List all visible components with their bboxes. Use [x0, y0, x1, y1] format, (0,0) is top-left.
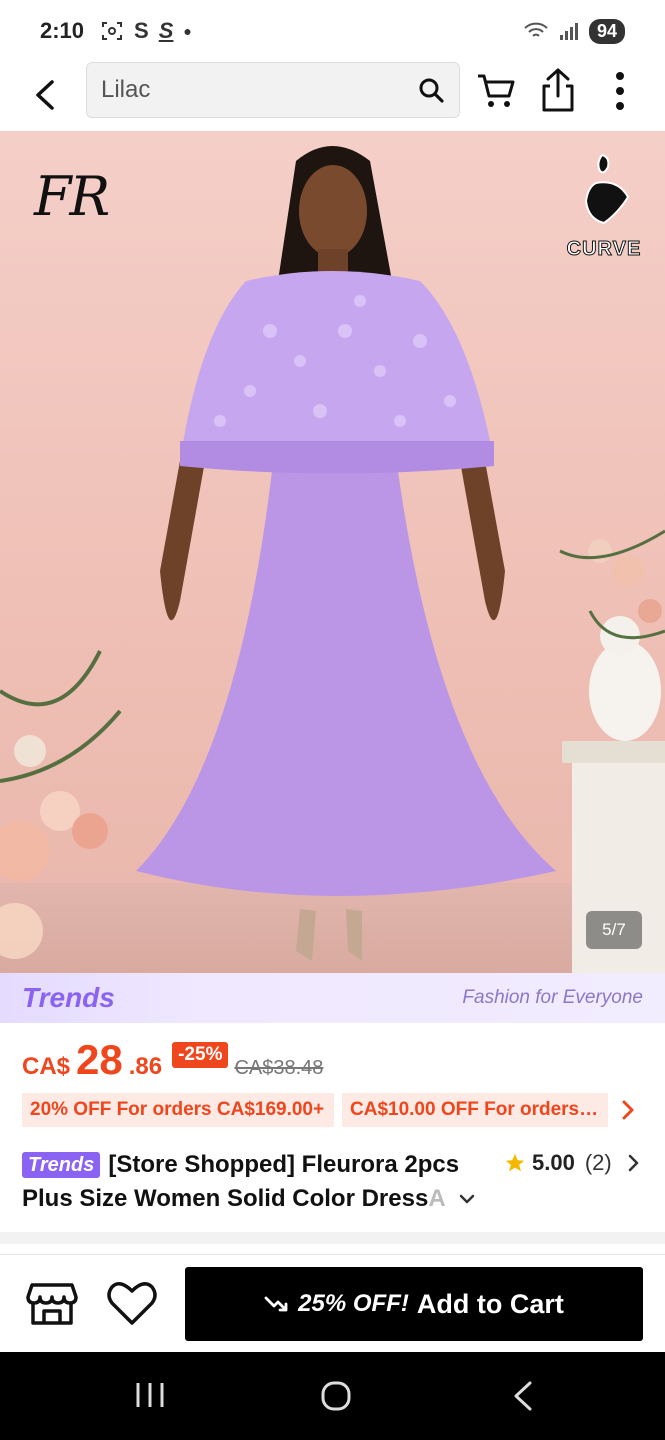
trends-tag: Trends — [22, 1152, 101, 1178]
search-icon[interactable] — [417, 76, 445, 104]
s-strike-icon: S — [158, 18, 174, 43]
store-button[interactable] — [26, 1279, 78, 1327]
trends-banner[interactable]: Trends Fashion for Everyone — [0, 973, 665, 1023]
share-icon — [542, 68, 574, 112]
chevron-right-icon — [622, 1100, 634, 1120]
home-icon[interactable] — [320, 1380, 352, 1412]
brand-logo: FR — [34, 165, 110, 228]
price-decimal: .86 — [128, 1053, 163, 1080]
trends-tagline: Fashion for Everyone — [462, 987, 643, 1008]
price-currency: CA$ — [22, 1053, 71, 1080]
original-price: CA$38.48 — [234, 1057, 324, 1079]
rating[interactable]: 5.00 (2) — [504, 1150, 640, 1176]
cta-label: Add to Cart — [416, 1288, 564, 1319]
flowers-left — [0, 650, 122, 959]
curve-label: CURVE — [566, 238, 642, 261]
product-title[interactable]: Trends [Store Shopped] Fleurora 2pcs Plu… — [22, 1148, 492, 1216]
screenshot-icon — [102, 22, 123, 40]
star-icon — [505, 1153, 525, 1172]
curve-figure-icon — [584, 153, 630, 225]
cart-button[interactable] — [474, 68, 518, 112]
cart-icon — [478, 74, 515, 107]
section-divider — [0, 1232, 665, 1244]
chevron-down-icon[interactable] — [458, 1190, 476, 1208]
wifi-icon — [524, 22, 548, 37]
title-line-2: Plus Size Women Solid Color Dress — [22, 1185, 429, 1212]
promo-row[interactable]: 20% OFF For orders CA$169.00+ CA$10.00 O… — [22, 1093, 652, 1127]
discount-badge: -25% — [172, 1042, 229, 1068]
battery-level: 94 — [588, 18, 625, 44]
chevron-right-icon — [628, 1154, 638, 1172]
wishlist-button[interactable] — [106, 1279, 158, 1327]
status-bar: 2:10 S S ● 94 — [0, 0, 665, 62]
promo-chip[interactable]: CA$10.00 OFF For orders ... — [342, 1093, 608, 1127]
title-fade: A — [428, 1185, 446, 1212]
promo-chip[interactable]: 20% OFF For orders CA$169.00+ — [22, 1093, 334, 1127]
notification-icons: S S ● — [100, 18, 192, 44]
search-value: Lilac — [101, 76, 151, 103]
price-row: CA$ 28.86 -25% CA$38.48 — [22, 1036, 323, 1084]
top-bar: Lilac — [0, 62, 665, 128]
more-options-button[interactable] — [604, 68, 636, 114]
action-bar: 25% OFF! Add to Cart — [0, 1254, 665, 1352]
cta-promo: 25% OFF! — [298, 1290, 409, 1317]
trends-logo: Trends — [22, 982, 115, 1013]
rating-count: (2) — [584, 1150, 612, 1175]
signal-icon — [559, 23, 578, 40]
back-button[interactable] — [14, 65, 74, 125]
rating-value: 5.00 — [532, 1150, 575, 1175]
title-line-1: [Store Shopped] Fleurora 2pcs — [108, 1151, 460, 1178]
more-vertical-icon — [616, 72, 624, 110]
model — [136, 146, 556, 961]
system-nav-bar — [0, 1352, 665, 1440]
back-nav-icon[interactable] — [510, 1380, 534, 1412]
product-image[interactable]: FR CURVE 5/7 — [0, 131, 665, 973]
status-time: 2:10 — [40, 18, 85, 43]
search-input[interactable]: Lilac — [86, 62, 460, 118]
promo-more-button[interactable] — [616, 1093, 640, 1127]
s-icon: S — [134, 18, 149, 43]
system-icons: 94 — [523, 18, 625, 44]
store-icon — [26, 1283, 78, 1325]
share-button[interactable] — [536, 66, 580, 114]
curve-badge: CURVE — [560, 153, 648, 261]
trend-down-icon — [264, 1296, 288, 1312]
page-indicator: 5/7 — [586, 911, 642, 949]
add-to-cart-button[interactable]: 25% OFF! Add to Cart — [185, 1267, 643, 1341]
dot-icon: ● — [183, 23, 192, 39]
price-integer: 28 — [76, 1036, 123, 1083]
heart-icon — [107, 1282, 157, 1325]
chevron-left-icon — [36, 80, 54, 110]
recents-icon[interactable] — [134, 1380, 166, 1410]
